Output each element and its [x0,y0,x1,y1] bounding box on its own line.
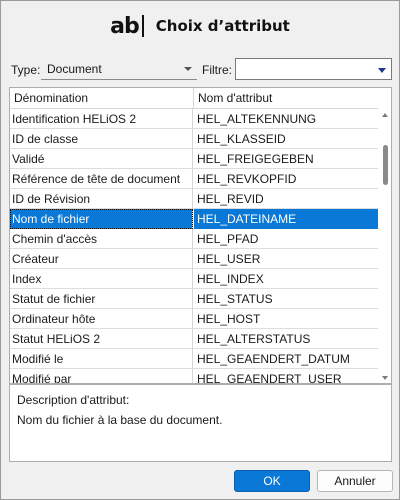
description-text: Nom du fichier à la base du document. [17,413,223,427]
cell-denomination[interactable]: Nom de fichier [10,209,193,229]
cell-attribute-name[interactable]: HEL_INDEX [194,269,378,289]
description-title: Description d'attribut: [17,393,130,407]
cell-attribute-name[interactable]: HEL_PFAD [194,229,378,249]
table-body: Identification HELiOS 2 HEL_ALTEKENNUNG ID… [10,109,378,383]
table-row[interactable]: ID de Révision HEL_REVID [10,189,378,209]
column-header-denomination[interactable]: Dénomination [10,88,194,109]
cancel-button[interactable]: Annuler [317,470,393,492]
cell-attribute-name[interactable]: HEL_ALTEKENNUNG [194,109,378,129]
table-row[interactable]: Nom de fichier HEL_DATEINAME [10,209,378,229]
table-row[interactable]: Identification HELiOS 2 HEL_ALTEKENNUNG [10,109,378,129]
table-row[interactable]: Référence de tête de document HEL_REVKOPF… [10,169,378,189]
attribute-description-panel: Description d'attribut: Nom du fichier à… [9,384,392,462]
type-dropdown-value: Document [47,62,102,76]
cell-attribute-name[interactable]: HEL_ALTERSTATUS [194,329,378,349]
cell-denomination[interactable]: Statut de fichier [10,289,193,309]
cell-denomination[interactable]: Modifié le [10,349,193,369]
cell-attribute-name[interactable]: HEL_FREIGEGEBEN [194,149,378,169]
cell-attribute-name[interactable]: HEL_DATEINAME [194,209,378,229]
cell-denomination[interactable]: ID de classe [10,129,193,149]
chevron-down-icon [184,67,192,71]
table-row[interactable]: Statut de fichier HEL_STATUS [10,289,378,309]
cell-denomination[interactable]: Créateur [10,249,193,269]
filter-label: Filtre: [202,63,232,77]
cell-attribute-name[interactable]: HEL_GEAENDERT_DATUM [194,349,378,369]
cell-denomination[interactable]: Modifié par [10,369,193,383]
table-row[interactable]: Validé HEL_FREIGEGEBEN [10,149,378,169]
type-dropdown[interactable]: Document [41,58,197,80]
cell-attribute-name[interactable]: HEL_HOST [194,309,378,329]
scrollbar-thumb[interactable] [383,145,388,185]
table-row[interactable]: Modifié le HEL_GEAENDERT_DATUM [10,349,378,369]
cell-denomination[interactable]: Index [10,269,193,289]
cell-denomination[interactable]: Identification HELiOS 2 [10,109,193,129]
cell-denomination[interactable]: Validé [10,149,193,169]
table-row[interactable]: ID de classe HEL_KLASSEID [10,129,378,149]
cell-attribute-name[interactable]: HEL_STATUS [194,289,378,309]
attribute-table: Dénomination Nom d'attribut Identificati… [9,87,392,384]
table-header: Dénomination Nom d'attribut [10,88,378,109]
text-attribute-icon: ab [110,14,144,39]
table-row[interactable]: Statut HELiOS 2 HEL_ALTERSTATUS [10,329,378,349]
cell-attribute-name[interactable]: HEL_GEAENDERT_USER [194,369,378,383]
cell-denomination[interactable]: Référence de tête de document [10,169,193,189]
dialog-title: Choix d’attribut [155,17,290,35]
cell-denomination[interactable]: Chemin d'accès [10,229,193,249]
cell-denomination[interactable]: Statut HELiOS 2 [10,329,193,349]
app-icon-text: ab [110,13,140,39]
table-row[interactable]: Créateur HEL_USER [10,249,378,269]
table-row[interactable]: Chemin d'accès HEL_PFAD [10,229,378,249]
chevron-down-icon [378,68,386,73]
column-header-attribute-name[interactable]: Nom d'attribut [194,88,378,109]
cell-attribute-name[interactable]: HEL_USER [194,249,378,269]
ok-button[interactable]: OK [234,470,310,492]
table-row[interactable]: Index HEL_INDEX [10,269,378,289]
cell-attribute-name[interactable]: HEL_REVKOPFID [194,169,378,189]
vertical-scrollbar[interactable] [379,109,391,383]
scroll-up-arrow-icon[interactable] [382,113,388,117]
cell-attribute-name[interactable]: HEL_KLASSEID [194,129,378,149]
text-cursor-icon [141,15,144,37]
cell-attribute-name[interactable]: HEL_REVID [194,189,378,209]
type-label: Type: [11,63,41,77]
table-row[interactable]: Modifié par HEL_GEAENDERT_USER [10,369,378,383]
table-row[interactable]: Ordinateur hôte HEL_HOST [10,309,378,329]
dialog-titlebar: ab Choix d’attribut [1,1,399,51]
filter-dropdown[interactable] [235,58,392,80]
cell-denomination[interactable]: ID de Révision [10,189,193,209]
filter-bar: Type: Document Filtre: [1,56,399,82]
attribute-choice-dialog: ab Choix d’attribut Type: Document Filtr… [0,0,400,500]
scroll-down-arrow-icon[interactable] [382,376,388,380]
cell-denomination[interactable]: Ordinateur hôte [10,309,193,329]
